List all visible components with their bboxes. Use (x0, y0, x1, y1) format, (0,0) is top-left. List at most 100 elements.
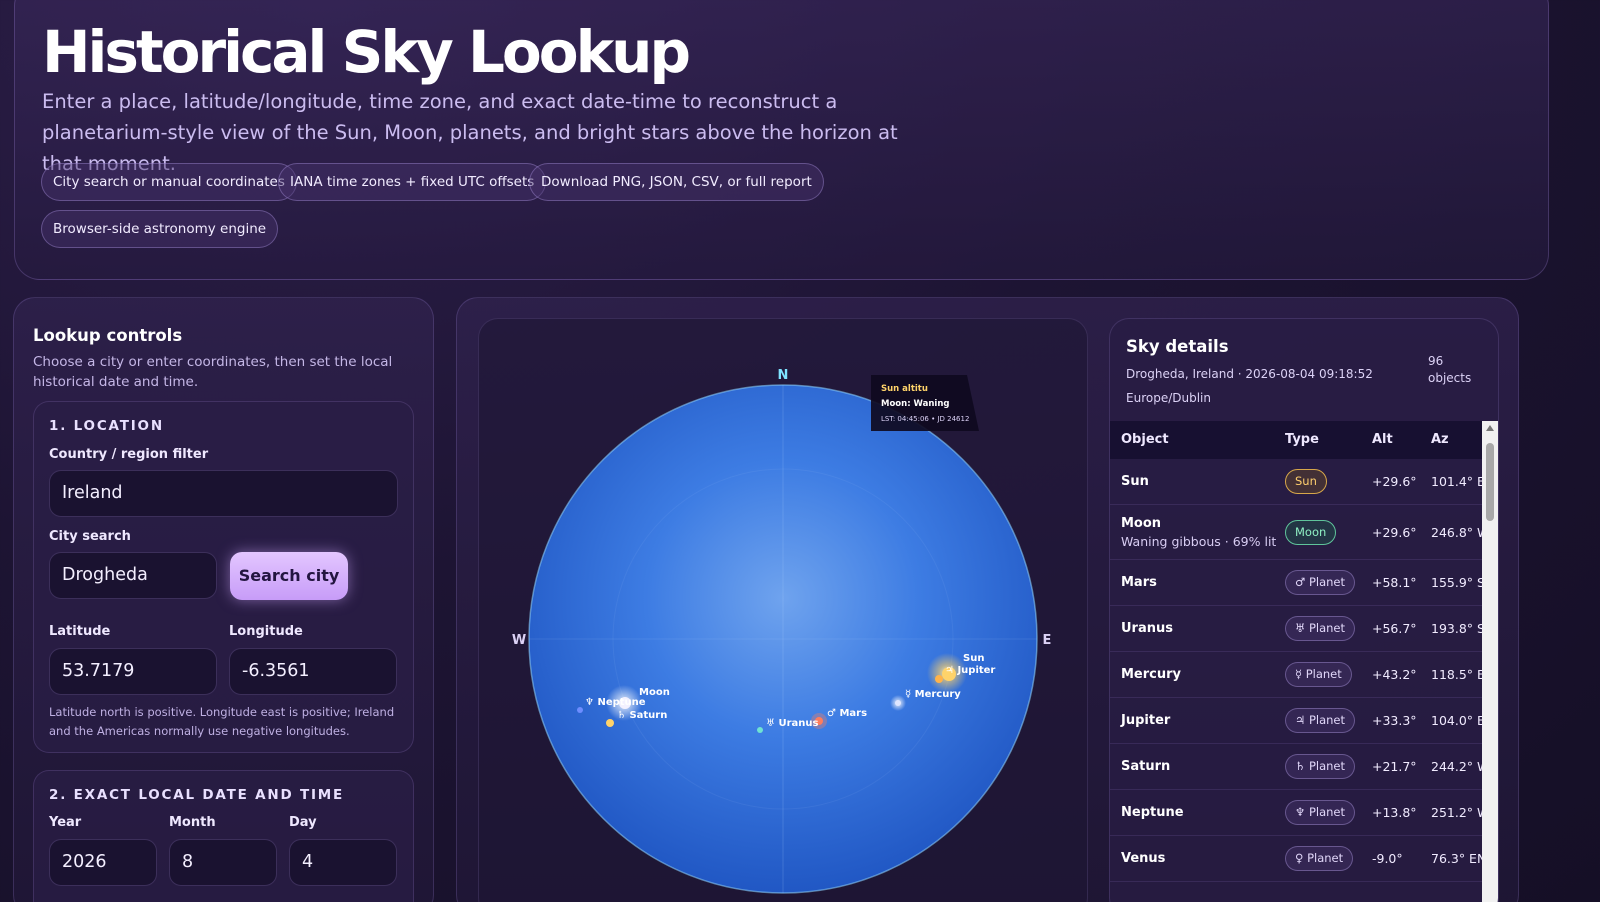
col-type[interactable]: Type (1285, 432, 1319, 447)
type-badge: ☿ Planet (1285, 662, 1352, 687)
month-label: Month (169, 815, 216, 830)
col-alt[interactable]: Alt (1372, 432, 1393, 447)
month-input[interactable]: 8 (169, 839, 277, 886)
row-name: Neptune (1121, 805, 1184, 820)
feature-chip-time-zones: IANA time zones + fixed UTC offsets (278, 163, 547, 201)
jupiter-marker[interactable] (935, 675, 943, 683)
row-az: 118.5° ESE (1431, 667, 1482, 682)
row-alt: +58.1° (1372, 575, 1417, 590)
feature-chip-city-search: City search or manual coordinates (41, 163, 297, 201)
compass-east: E (1043, 633, 1052, 648)
search-city-button[interactable]: Search city (230, 552, 348, 600)
sky-map-frame: N W E Sun altitu Moon: Waning LST: 04:45… (478, 318, 1088, 902)
neptune-marker[interactable] (577, 707, 583, 713)
type-badge: ♃ Planet (1285, 708, 1356, 733)
neptune-label: ♆ Neptune (585, 697, 646, 708)
col-az[interactable]: Az (1431, 432, 1449, 447)
row-name: Jupiter (1121, 713, 1171, 728)
row-name: Mars (1121, 575, 1157, 590)
type-badge: ♂ Planet (1285, 570, 1356, 595)
object-count-value: 96 (1428, 354, 1444, 368)
year-input[interactable]: 2026 (49, 839, 157, 886)
row-alt: +29.6° (1372, 474, 1417, 489)
row-name: Venus (1121, 851, 1166, 866)
row-name: Sun (1121, 474, 1149, 489)
saturn-label: ♄ Saturn (617, 710, 667, 721)
datetime-heading: 2. EXACT LOCAL DATE AND TIME (49, 787, 345, 803)
row-name: Uranus (1121, 621, 1173, 636)
row-alt: +56.7° (1372, 621, 1417, 636)
country-filter-input[interactable]: Ireland (49, 470, 398, 517)
city-search-input[interactable]: Drogheda (49, 552, 217, 599)
page-title: Historical Sky Lookup (42, 18, 691, 86)
row-alt: +33.3° (1372, 713, 1417, 728)
table-row[interactable]: Jupiter ♃ Planet +33.3° 104.0° ESE (1110, 698, 1482, 744)
details-location-line: Drogheda, Ireland · 2026-08-04 09:18:52 (1126, 367, 1373, 381)
longitude-label: Longitude (229, 624, 303, 639)
scroll-thumb[interactable] (1486, 443, 1494, 521)
latitude-input[interactable]: 53.7179 (49, 648, 217, 695)
object-count-label: objects (1428, 371, 1472, 385)
location-heading: 1. LOCATION (49, 418, 164, 434)
details-meta: Drogheda, Ireland · 2026-08-04 09:18:52 … (1126, 363, 1426, 410)
table-row[interactable]: Moon Waning gibbous · 69% lit Moon +29.6… (1110, 505, 1482, 560)
table-row[interactable]: Mars ♂ Planet +58.1° 155.9° SSE (1110, 560, 1482, 606)
row-az: 193.8° SSW (1431, 621, 1482, 636)
row-name: Moon (1121, 516, 1162, 531)
uranus-marker[interactable] (757, 727, 763, 733)
row-sub: Waning gibbous · 69% lit (1121, 534, 1277, 549)
day-input[interactable]: 4 (289, 839, 397, 886)
compass-north: N (778, 368, 789, 383)
type-badge: Sun (1285, 469, 1327, 494)
saturn-marker[interactable] (606, 719, 614, 727)
feature-chip-downloads: Download PNG, JSON, CSV, or full report (529, 163, 824, 201)
row-az: 104.0° ESE (1431, 713, 1482, 728)
row-alt: +21.7° (1372, 759, 1417, 774)
tooltip-line-2: Moon: Waning (881, 399, 949, 409)
latitude-label: Latitude (49, 624, 111, 639)
table-row[interactable]: Mercury ☿ Planet +43.2° 118.5° ESE (1110, 652, 1482, 698)
tooltip-line-1: Sun altitu (881, 384, 928, 394)
day-label: Day (289, 815, 317, 830)
controls-description: Choose a city or enter coordinates, then… (33, 354, 393, 390)
sky-map[interactable]: N W E Sun altitu Moon: Waning LST: 04:45… (479, 319, 1089, 902)
table-row[interactable]: Saturn ♄ Planet +21.7° 244.2° WSW (1110, 744, 1482, 790)
row-alt: +13.8° (1372, 805, 1417, 820)
row-az: 155.9° SSE (1431, 575, 1482, 590)
type-badge: ♅ Planet (1285, 616, 1356, 641)
table-row[interactable]: Sun Sun +29.6° 101.4° ESE (1110, 459, 1482, 505)
table-header: Object Type Alt Az (1110, 421, 1482, 459)
row-az: 244.2° WSW (1431, 759, 1482, 774)
uranus-label: ♅ Uranus (766, 718, 818, 729)
type-badge: Moon (1285, 520, 1337, 545)
object-count: 96 objects (1428, 353, 1471, 387)
compass-west: W (512, 633, 526, 648)
coordinates-note: Latitude north is positive. Longitude ea… (49, 705, 395, 738)
sun-label: Sun (963, 653, 984, 664)
col-object[interactable]: Object (1121, 432, 1169, 447)
row-az: 246.8° WSW (1431, 525, 1482, 540)
row-alt: +29.6° (1372, 525, 1417, 540)
row-name: Saturn (1121, 759, 1171, 774)
row-az: 251.2° WSW (1431, 805, 1482, 820)
table-row[interactable]: Venus ♀ Planet -9.0° 76.3° ENE (1110, 836, 1482, 882)
mercury-label: ☿ Mercury (905, 689, 961, 700)
longitude-input[interactable]: -6.3561 (229, 648, 397, 695)
feature-chip-engine: Browser-side astronomy engine (41, 210, 279, 248)
controls-title: Lookup controls (33, 326, 183, 345)
jupiter-label: ♃ Jupiter (945, 665, 995, 676)
row-alt: -9.0° (1372, 851, 1403, 866)
row-az: 101.4° ESE (1431, 474, 1482, 489)
scroll-up-arrow-icon[interactable] (1486, 425, 1494, 431)
table-row[interactable]: Neptune ♆ Planet +13.8° 251.2° WSW (1110, 790, 1482, 836)
year-label: Year (49, 815, 82, 830)
type-badge: ♆ Planet (1285, 800, 1356, 825)
details-timezone: Europe/Dublin (1126, 390, 1211, 405)
mercury-marker[interactable] (895, 700, 901, 706)
table-row[interactable]: Uranus ♅ Planet +56.7° 193.8° SSW (1110, 606, 1482, 652)
details-scrollbar[interactable] (1482, 421, 1498, 902)
type-badge: ♀ Planet (1285, 846, 1354, 871)
row-name: Mercury (1121, 667, 1182, 682)
mars-label: ♂ Mars (827, 708, 867, 719)
sky-details-panel: Sky details Drogheda, Ireland · 2026-08-… (1109, 318, 1499, 902)
